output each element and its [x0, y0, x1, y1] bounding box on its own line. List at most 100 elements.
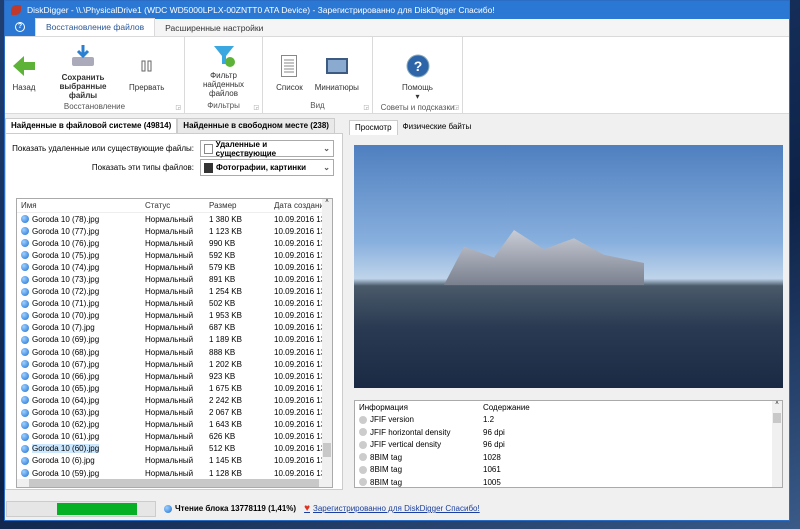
table-row[interactable]: Goroda 10 (61).jpgНормальный626 KB10.09.…: [17, 431, 332, 443]
table-row[interactable]: Goroda 10 (7).jpgНормальный687 KB10.09.2…: [17, 322, 332, 334]
image-preview: [354, 145, 783, 388]
info-row[interactable]: JFIF vertical density96 dpi: [355, 439, 782, 452]
cell-name: Goroda 10 (77).jpg: [17, 227, 145, 236]
table-row[interactable]: Goroda 10 (77).jpgНормальный1 123 KB10.0…: [17, 225, 332, 237]
filter-found-files-button[interactable]: Фильтр найденных файлов: [193, 41, 255, 100]
dialog-launcher-icon[interactable]: ◲: [253, 104, 259, 111]
file-globe-icon: [21, 215, 29, 223]
cell-status: Нормальный: [145, 311, 209, 320]
table-row[interactable]: Goroda 10 (78).jpgНормальный1 380 KB10.0…: [17, 213, 332, 225]
column-name[interactable]: Имя: [17, 201, 145, 210]
table-row[interactable]: Goroda 10 (69).jpgНормальный1 189 KB10.0…: [17, 334, 332, 346]
cell-name: Goroda 10 (67).jpg: [17, 360, 145, 369]
thumbnails-icon: [324, 53, 350, 79]
table-row[interactable]: Goroda 10 (75).jpgНормальный592 KB10.09.…: [17, 249, 332, 261]
thumbnails-view-button[interactable]: Миниатюры: [309, 41, 365, 94]
table-row[interactable]: Goroda 10 (62).jpgНормальный1 643 KB10.0…: [17, 419, 332, 431]
dialog-launcher-icon[interactable]: ◲: [453, 104, 459, 111]
file-name: Goroda 10 (76).jpg: [32, 239, 99, 248]
file-types-select[interactable]: Фотографии, картинки⌄: [200, 159, 334, 176]
info-key: JFIF horizontal density: [370, 428, 450, 437]
file-name: Goroda 10 (59).jpg: [32, 469, 99, 478]
tab-found-in-filesystem[interactable]: Найденные в файловой системе (49814): [5, 118, 177, 133]
file-globe-icon: [21, 288, 29, 296]
file-globe-icon: [21, 336, 29, 344]
vertical-scrollbar[interactable]: ˄: [772, 401, 782, 487]
preview-pane: Просмотр Физические байты ИнформацияСоде…: [349, 118, 785, 490]
tab-advanced-settings[interactable]: Расширенные настройки: [155, 20, 273, 36]
table-row[interactable]: Goroda 10 (67).jpgНормальный1 202 KB10.0…: [17, 358, 332, 370]
table-row[interactable]: Goroda 10 (65).jpgНормальный1 675 KB10.0…: [17, 382, 332, 394]
tab-physical-bytes[interactable]: Физические байты: [398, 120, 477, 135]
table-row[interactable]: Goroda 10 (68).jpgНормальный888 KB10.09.…: [17, 346, 332, 358]
table-row[interactable]: Goroda 10 (64).jpgНормальный2 242 KB10.0…: [17, 394, 332, 406]
table-row[interactable]: Goroda 10 (71).jpgНормальный502 KB10.09.…: [17, 298, 332, 310]
group-label: Вид: [263, 101, 372, 113]
table-row[interactable]: Goroda 10 (76).jpgНормальный990 KB10.09.…: [17, 237, 332, 249]
save-selected-button[interactable]: Сохранить выбранные файлы: [43, 41, 123, 102]
cell-status: Нормальный: [145, 263, 209, 272]
column-size[interactable]: Размер: [209, 201, 274, 210]
horizontal-scrollbar[interactable]: [17, 479, 332, 487]
cell-size: 592 KB: [209, 251, 274, 260]
cell-name: Goroda 10 (71).jpg: [17, 299, 145, 308]
file-globe-icon: [21, 396, 29, 404]
list-view-button[interactable]: Список: [270, 41, 309, 94]
info-row[interactable]: JFIF version1.2: [355, 414, 782, 427]
group-recovery: Назад Сохранить выбранные файлы Прервать…: [5, 37, 185, 113]
table-row[interactable]: Goroda 10 (70).jpgНормальный1 953 KB10.0…: [17, 310, 332, 322]
table-row[interactable]: Goroda 10 (60).jpgНормальный512 KB10.09.…: [17, 443, 332, 455]
registered-link[interactable]: Зарегистрированно для DiskDigger Спасибо…: [313, 504, 480, 513]
info-row[interactable]: JFIF horizontal density96 dpi: [355, 426, 782, 439]
column-content: Содержание: [483, 403, 603, 412]
column-status[interactable]: Статус: [145, 201, 209, 210]
file-name: Goroda 10 (62).jpg: [32, 420, 99, 429]
table-row[interactable]: Goroda 10 (66).jpgНормальный923 KB10.09.…: [17, 370, 332, 382]
back-button[interactable]: Назад: [5, 41, 43, 94]
column-created[interactable]: Дата создания: [274, 201, 324, 210]
info-value: 96 dpi: [483, 440, 603, 449]
cell-size: 888 KB: [209, 348, 274, 357]
help-circle-icon: ?: [405, 53, 431, 79]
file-globe-icon: [21, 445, 29, 453]
dialog-launcher-icon[interactable]: ◲: [363, 104, 369, 111]
cell-created: 10.09.2016 13:0: [274, 263, 324, 272]
help-menu-button[interactable]: ?: [5, 18, 35, 36]
cell-created: 10.09.2016 13:0: [274, 432, 324, 441]
table-row[interactable]: Goroda 10 (63).jpgНормальный2 067 KB10.0…: [17, 407, 332, 419]
info-key: 8BIM tag: [370, 465, 402, 474]
table-row[interactable]: Goroda 10 (73).jpgНормальный891 KB10.09.…: [17, 273, 332, 285]
tab-file-recovery[interactable]: Восстановление файлов: [35, 18, 155, 36]
info-key: JFIF version: [370, 415, 414, 424]
table-row[interactable]: Goroda 10 (59).jpgНормальный1 128 KB10.0…: [17, 467, 332, 479]
cell-status: Нормальный: [145, 215, 209, 224]
file-globe-icon: [21, 312, 29, 320]
group-tips: ?Помощь▾ Советы и подсказки◲: [373, 37, 463, 113]
cell-created: 10.09.2016 13:0: [274, 275, 324, 284]
tab-preview[interactable]: Просмотр: [349, 120, 398, 135]
deleted-existing-select[interactable]: Удаленные и существующие⌄: [200, 140, 334, 157]
table-row[interactable]: Goroda 10 (74).jpgНормальный579 KB10.09.…: [17, 261, 332, 273]
file-globe-icon: [21, 251, 29, 259]
info-row[interactable]: 8BIM tag1005: [355, 476, 782, 489]
file-globe-icon: [21, 421, 29, 429]
metadata-table[interactable]: ИнформацияСодержание JFIF version1.2JFIF…: [354, 400, 783, 488]
progress-bar: [6, 501, 156, 517]
abort-button[interactable]: Прервать: [123, 41, 170, 94]
info-value: 1028: [483, 453, 603, 462]
table-row[interactable]: Goroda 10 (72).jpgНормальный1 254 KB10.0…: [17, 286, 332, 298]
info-cell: 8BIM tag: [355, 478, 483, 487]
file-name: Goroda 10 (63).jpg: [32, 408, 99, 417]
dialog-launcher-icon[interactable]: ◲: [175, 104, 181, 111]
table-row[interactable]: Goroda 10 (6).jpgНормальный1 145 KB10.09…: [17, 455, 332, 467]
cell-name: Goroda 10 (59).jpg: [17, 469, 145, 478]
tab-found-in-free-space[interactable]: Найденные в свободном месте (238): [177, 118, 335, 133]
info-row[interactable]: 8BIM tag1028: [355, 451, 782, 464]
file-name: Goroda 10 (65).jpg: [32, 384, 99, 393]
file-list[interactable]: Имя Статус Размер Дата создания Goroda 1…: [16, 198, 333, 488]
help-button[interactable]: ?Помощь▾: [396, 41, 439, 103]
vertical-scrollbar[interactable]: ˄: [322, 199, 332, 487]
info-row[interactable]: 8BIM tag1061: [355, 464, 782, 477]
cell-created: 10.09.2016 13:0: [274, 396, 324, 405]
list-header: Имя Статус Размер Дата создания: [17, 199, 332, 213]
